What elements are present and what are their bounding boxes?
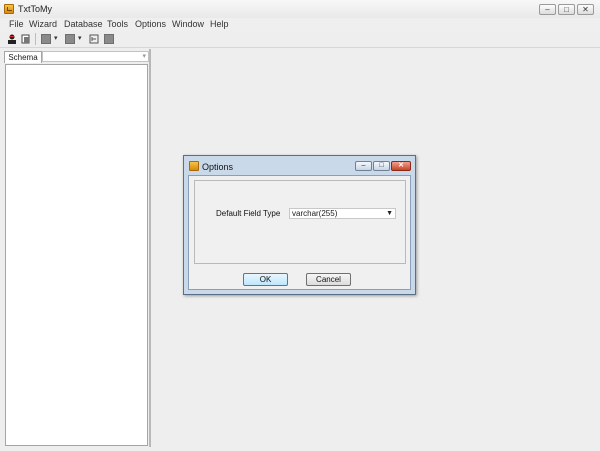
menu-tools[interactable]: Tools: [107, 19, 128, 29]
gray-square-icon[interactable]: [104, 34, 114, 44]
app-icon: [189, 161, 199, 171]
dropdown-caret-icon[interactable]: ▾: [54, 34, 58, 42]
toolbar: ▾ ▾: [0, 31, 600, 48]
menu-wizard[interactable]: Wizard: [29, 19, 57, 29]
chevron-down-icon: ▼: [386, 210, 393, 217]
dialog-title: Options: [202, 162, 234, 172]
gray-square-icon[interactable]: [41, 34, 51, 44]
options-group-box: Default Field Type varchar(255) ▼: [194, 180, 406, 264]
options-dialog: Options – □ ✕ Default Field Type varchar…: [183, 155, 416, 295]
connect-icon[interactable]: [7, 34, 17, 44]
app-icon: [4, 4, 14, 14]
close-button[interactable]: ✕: [577, 4, 594, 15]
default-field-type-label: Default Field Type: [216, 209, 281, 218]
menu-window[interactable]: Window: [172, 19, 204, 29]
maximize-button[interactable]: □: [558, 4, 575, 15]
disconnect-icon[interactable]: [21, 34, 31, 44]
app-titlebar: TxtToMy – □ ✕: [0, 0, 600, 18]
chevron-down-icon: ▾: [142, 53, 146, 60]
dialog-maximize-button[interactable]: □: [373, 161, 390, 171]
schema-panel: Schema ▾: [2, 49, 151, 447]
gray-square-icon[interactable]: [65, 34, 75, 44]
dialog-minimize-button[interactable]: –: [355, 161, 372, 171]
ok-button[interactable]: OK: [243, 273, 288, 286]
schema-tree[interactable]: [5, 64, 148, 446]
dialog-body: Default Field Type varchar(255) ▼ OK Can…: [188, 175, 411, 290]
menu-help[interactable]: Help: [210, 19, 229, 29]
toolbar-separator: [35, 33, 36, 45]
dialog-window-controls: – □ ✕: [355, 161, 411, 171]
default-field-type-select[interactable]: varchar(255) ▼: [289, 208, 396, 219]
dropdown-caret-icon[interactable]: ▾: [78, 34, 82, 42]
window-controls: – □ ✕: [539, 4, 594, 15]
tree-icon[interactable]: [89, 34, 99, 44]
menu-database[interactable]: Database: [64, 19, 103, 29]
schema-select[interactable]: ▾: [42, 51, 149, 62]
app-title: TxtToMy: [18, 4, 53, 14]
default-field-type-value: varchar(255): [292, 209, 338, 218]
menu-options[interactable]: Options: [135, 19, 166, 29]
schema-tab[interactable]: Schema: [4, 51, 42, 63]
minimize-button[interactable]: –: [539, 4, 556, 15]
cancel-button[interactable]: Cancel: [306, 273, 351, 286]
menu-file[interactable]: File: [9, 19, 24, 29]
menu-bar: File Wizard Database Tools Options Windo…: [0, 18, 600, 31]
dialog-titlebar[interactable]: Options – □ ✕: [184, 156, 415, 176]
dialog-close-button[interactable]: ✕: [391, 161, 411, 171]
